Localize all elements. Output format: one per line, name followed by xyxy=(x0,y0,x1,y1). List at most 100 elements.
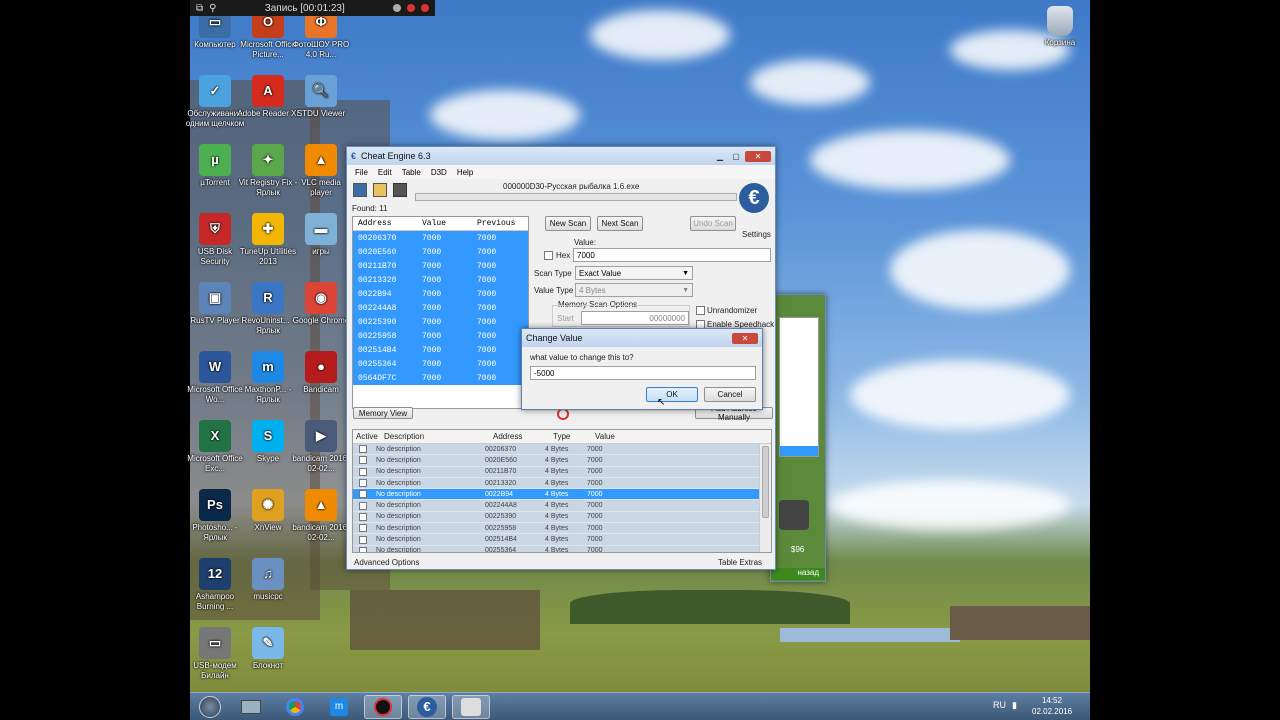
taskbar-cheat-engine[interactable]: € xyxy=(408,695,446,719)
result-row[interactable]: 00206370 7000 7000 xyxy=(353,231,528,245)
ok-button[interactable]: OK xyxy=(646,387,698,402)
desktop-icon[interactable]: ✎ Блокнот xyxy=(237,627,299,671)
undo-scan-button[interactable]: Undo Scan xyxy=(690,216,736,231)
taskbar-explorer[interactable] xyxy=(232,695,270,719)
column-header-value[interactable]: Value xyxy=(595,432,615,441)
active-checkbox[interactable] xyxy=(359,479,367,488)
desktop-icon-recycle-bin[interactable]: Корзина xyxy=(1029,6,1091,48)
menu-item[interactable]: File xyxy=(355,168,368,177)
window-icon[interactable]: ⧉ xyxy=(196,3,203,14)
desktop-icon[interactable]: ▶ bandicam 2016-02-02... xyxy=(290,420,352,474)
column-header-address[interactable]: Address xyxy=(493,432,553,441)
column-header-previous[interactable]: Previous xyxy=(472,219,515,228)
table-row[interactable]: No description 00225958 4 Bytes 7000 xyxy=(353,523,759,535)
clock[interactable]: 14:52 02.02.2016 xyxy=(1032,695,1072,717)
active-checkbox[interactable] xyxy=(359,490,367,499)
language-indicator[interactable]: RU xyxy=(993,700,1006,710)
start-address-input[interactable]: 00000000 xyxy=(581,311,689,325)
scan-results-list[interactable]: Address Value Previous 00206370 7000 7000 0… xyxy=(352,216,529,409)
minimize-button[interactable]: ▁ xyxy=(713,151,727,162)
value-input[interactable]: 7000 xyxy=(573,248,771,262)
table-row[interactable]: No description 002514B4 4 Bytes 7000 xyxy=(353,534,759,546)
active-checkbox[interactable] xyxy=(359,535,367,544)
value-type-select[interactable]: 4 Bytes ▼ xyxy=(575,283,693,297)
menu-item[interactable]: D3D xyxy=(431,168,447,177)
desktop-icon[interactable]: ♫ musicpc xyxy=(237,558,299,602)
active-checkbox[interactable] xyxy=(359,524,367,533)
next-scan-button[interactable]: Next Scan xyxy=(597,216,643,231)
menu-item[interactable]: Help xyxy=(457,168,473,177)
active-checkbox[interactable] xyxy=(359,512,367,521)
table-row[interactable]: No description 002244A8 4 Bytes 7000 xyxy=(353,500,759,512)
back-button[interactable]: назад xyxy=(771,568,825,580)
result-row[interactable]: 00225958 7000 7000 xyxy=(353,329,528,343)
search-icon[interactable]: ⚲ xyxy=(209,3,216,14)
table-extras-link[interactable]: Table Extras xyxy=(718,558,762,567)
save-icon[interactable] xyxy=(393,183,407,197)
memory-view-button[interactable]: Memory View xyxy=(353,407,413,419)
screenshot-icon[interactable] xyxy=(392,4,401,12)
record-icon[interactable] xyxy=(406,4,415,12)
menu-item[interactable]: Table xyxy=(402,168,421,177)
table-row[interactable]: No description 00206370 4 Bytes 7000 xyxy=(353,444,759,456)
result-row[interactable]: 00255364 7000 7000 xyxy=(353,357,528,371)
settings-logo[interactable]: € xyxy=(739,183,773,227)
active-checkbox[interactable] xyxy=(359,445,367,454)
open-process-icon[interactable] xyxy=(353,183,367,197)
result-row[interactable]: 002244A8 7000 7000 xyxy=(353,301,528,315)
table-row[interactable]: No description 00213320 4 Bytes 7000 xyxy=(353,477,759,490)
result-row[interactable]: 00211B70 7000 7000 xyxy=(353,259,528,273)
stop-icon[interactable] xyxy=(420,4,429,12)
column-header-address[interactable]: Address xyxy=(353,219,417,228)
scan-type-select[interactable]: Exact Value ▼ xyxy=(575,266,693,280)
desktop-icon[interactable]: ▲ bandicam 2016-02-02... xyxy=(290,489,352,543)
table-row[interactable]: No description 0022B94 4 Bytes 7000 xyxy=(353,489,759,501)
column-header-value[interactable]: Value xyxy=(417,219,472,228)
result-row[interactable]: 0564DF7C 7000 7000 xyxy=(353,371,528,385)
background-game-window[interactable]: $96 назад xyxy=(770,294,826,582)
active-checkbox[interactable] xyxy=(359,467,367,476)
table-row[interactable]: No description 00211B70 4 Bytes 7000 xyxy=(353,466,759,478)
desktop-icon[interactable]: ▬ игры xyxy=(290,213,352,257)
game-item-icon[interactable] xyxy=(779,500,809,530)
table-row[interactable]: No description 00255364 4 Bytes 7000 xyxy=(353,545,759,552)
unrandomizer-checkbox[interactable] xyxy=(696,306,705,315)
settings-label[interactable]: Settings xyxy=(742,230,771,239)
taskbar-chrome[interactable] xyxy=(276,695,314,719)
dialog-close-button[interactable]: ✕ xyxy=(732,332,758,344)
result-row[interactable]: 00213320 7000 7000 xyxy=(353,273,528,287)
taskbar-game[interactable] xyxy=(452,695,490,719)
table-scrollbar[interactable] xyxy=(759,444,771,552)
active-checkbox[interactable] xyxy=(359,546,367,552)
open-file-icon[interactable] xyxy=(373,183,387,197)
advanced-options-link[interactable]: Advanced Options xyxy=(354,558,419,567)
desktop-icon[interactable]: 🔍 STDU Viewer xyxy=(290,75,352,119)
desktop-icon[interactable]: ▲ VLC media player xyxy=(290,144,352,198)
taskbar-bandicam[interactable] xyxy=(364,695,402,719)
close-button[interactable]: ✕ xyxy=(745,150,771,162)
cancel-button[interactable]: Cancel xyxy=(704,387,756,402)
column-header-type[interactable]: Type xyxy=(553,432,595,441)
maximize-button[interactable]: ▢ xyxy=(729,151,743,162)
taskbar-maxthon[interactable]: m xyxy=(320,695,358,719)
result-row[interactable]: 002514B4 7000 7000 xyxy=(353,343,528,357)
table-row[interactable]: No description 0020E560 4 Bytes 7000 xyxy=(353,455,759,467)
hex-checkbox[interactable] xyxy=(544,251,553,260)
scrollbar-thumb[interactable] xyxy=(762,446,769,518)
desktop-icon[interactable]: ◉ Google Chrome xyxy=(290,282,352,326)
active-checkbox[interactable] xyxy=(359,501,367,510)
desktop-icon[interactable]: ● Bandicam xyxy=(290,351,352,395)
result-row[interactable]: 0020E560 7000 7000 xyxy=(353,245,528,259)
result-row[interactable]: 00225390 7000 7000 xyxy=(353,315,528,329)
tray-network-icon[interactable]: ▮ xyxy=(1012,700,1017,711)
table-row[interactable]: No description 00225390 4 Bytes 7000 xyxy=(353,511,759,524)
result-row[interactable]: 0022B94 7000 7000 xyxy=(353,287,528,301)
column-header-description[interactable]: Description xyxy=(381,432,493,441)
start-button[interactable] xyxy=(194,695,226,719)
new-scan-button[interactable]: New Scan xyxy=(545,216,591,231)
address-table[interactable]: Active Description Address Type Value No… xyxy=(352,429,772,553)
new-value-input[interactable]: -5000 xyxy=(530,366,756,380)
active-checkbox[interactable] xyxy=(359,456,367,465)
column-header-active[interactable]: Active xyxy=(353,432,381,441)
menu-item[interactable]: Edit xyxy=(378,168,392,177)
